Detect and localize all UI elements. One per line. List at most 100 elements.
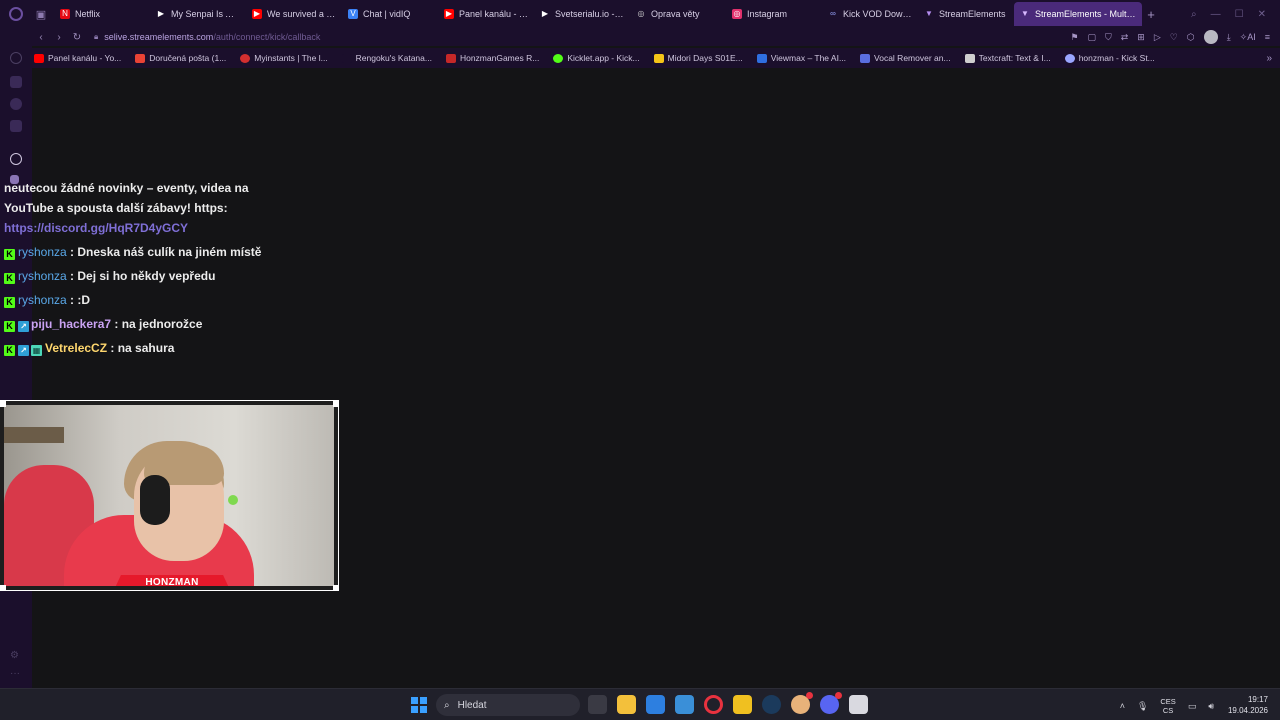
- reload-icon[interactable]: ↻: [68, 32, 86, 43]
- streamelements-icon: ▼: [1021, 9, 1029, 18]
- chat-username[interactable]: VetrelecCZ: [45, 341, 107, 355]
- tab-panel-kanalu[interactable]: ▶ Panel kanálu - You: [438, 2, 534, 26]
- ai-button[interactable]: ✧AI: [1240, 32, 1256, 43]
- bookmarks-more-button[interactable]: »: [1266, 53, 1280, 64]
- chat-username[interactable]: piju_hackera7: [31, 317, 111, 331]
- tab-my-senpai[interactable]: ▶My Senpai Is Annoying: [150, 2, 246, 26]
- download-icon[interactable]: ⤓: [1227, 32, 1231, 43]
- browser-app-icon[interactable]: [791, 692, 813, 714]
- myinstants-icon: [240, 53, 251, 63]
- tab-youtube-video[interactable]: ▶ We survived a YE: [246, 2, 342, 26]
- bookmark-item[interactable]: Doručená pošta (1...: [135, 53, 226, 63]
- resize-handle[interactable]: [333, 401, 339, 407]
- url-field[interactable]: 🔒︎ selive.streamelements.com/auth/connec…: [94, 32, 320, 42]
- store-icon[interactable]: [646, 695, 665, 714]
- snapshot-icon[interactable]: ▢: [1087, 32, 1096, 43]
- tab-oprava-vety[interactable]: ◎ Oprava věty: [630, 2, 726, 26]
- chat-username[interactable]: ryshonza: [18, 269, 67, 283]
- play-icon: ▶: [541, 9, 549, 18]
- profile-avatar[interactable]: [1203, 30, 1218, 44]
- tab-instagram[interactable]: ◎ Instagram: [726, 2, 822, 26]
- browser-menu-icon[interactable]: [0, 0, 32, 28]
- microphone-icon[interactable]: 🎙︎: [1137, 701, 1148, 712]
- bookmark-item[interactable]: Panel kanálu - Yo...: [34, 53, 121, 63]
- resize-handle[interactable]: [333, 585, 339, 591]
- editor-icon[interactable]: [733, 695, 752, 714]
- tab-streamelements-multistream[interactable]: ▼ StreamElements - Multi-St: [1014, 2, 1142, 26]
- tab-vidiq[interactable]: V Chat | vidIQ: [342, 2, 438, 26]
- chat-message: neutecou žádné novinky – eventy, videa n…: [4, 178, 266, 238]
- bookmark-item[interactable]: Rengoku's Katana...: [341, 53, 432, 63]
- bookmark-item[interactable]: HonzmanGames R...: [445, 53, 539, 63]
- chat-username[interactable]: ryshonza: [18, 293, 67, 307]
- vpn-icon[interactable]: ⛉: [1105, 32, 1112, 43]
- kick-icon: K: [4, 345, 15, 356]
- lock-icon: 🔒︎: [94, 32, 99, 41]
- chevron-up-icon[interactable]: ˄: [1120, 701, 1125, 711]
- bookmark-item[interactable]: Myinstants | The l...: [240, 53, 328, 63]
- bookmark-item[interactable]: Midori Days S01E...: [653, 53, 743, 63]
- sidebar-more-icon[interactable]: ···: [10, 668, 20, 679]
- bookmark-item[interactable]: Viewmax – The AI...: [756, 53, 846, 63]
- maximize-icon[interactable]: ☐: [1235, 9, 1244, 20]
- sidebar-chatgpt-icon[interactable]: [10, 153, 22, 165]
- language-indicator[interactable]: CES CS: [1160, 697, 1175, 715]
- discord-link[interactable]: https://discord.gg/HqR7D4yGCY: [4, 221, 188, 235]
- network-icon[interactable]: ▭: [1188, 701, 1197, 712]
- gmail-icon: [135, 53, 146, 63]
- close-icon[interactable]: ✕: [1258, 9, 1266, 20]
- page-viewport: [32, 68, 1280, 688]
- chat-message-text: Dej si ho někdy vepředu: [77, 269, 216, 283]
- forward-icon[interactable]: ›: [50, 32, 68, 43]
- tab-svetserialu[interactable]: ▶ Svetserialu.io - On: [534, 2, 630, 26]
- back-icon[interactable]: ‹: [32, 32, 50, 43]
- netflix-icon: N: [60, 9, 70, 19]
- discord-icon[interactable]: [820, 692, 842, 714]
- resize-handle[interactable]: [0, 585, 6, 591]
- streamelements-icon: ▼: [925, 9, 933, 18]
- translate-icon[interactable]: ⇄: [1121, 32, 1129, 43]
- menu-icon[interactable]: ≡: [1265, 32, 1270, 42]
- youtube-icon: ▶: [444, 9, 454, 19]
- search-tabs-icon[interactable]: ⌕: [1191, 9, 1197, 20]
- app-icon[interactable]: [849, 695, 868, 714]
- system-tray: ˄ 🎙︎ CES CS ▭ 🔊︎: [1120, 697, 1214, 715]
- resize-handle[interactable]: [0, 401, 6, 407]
- new-tab-button[interactable]: +: [1142, 7, 1160, 22]
- bookmark-item[interactable]: Textcraft: Text & I...: [964, 53, 1051, 63]
- bookmark-icon[interactable]: ⚑: [1070, 32, 1078, 43]
- sidebar-messenger-icon[interactable]: [10, 98, 22, 110]
- sidebar-store-icon[interactable]: [10, 76, 22, 88]
- task-view-icon[interactable]: [588, 695, 607, 714]
- chat-message-text: :D: [77, 293, 91, 307]
- file-explorer-icon[interactable]: [617, 695, 636, 714]
- start-button[interactable]: [411, 697, 427, 713]
- minimize-icon[interactable]: —: [1211, 9, 1221, 20]
- sidebar-history-icon[interactable]: [10, 52, 22, 64]
- subscriber-badge-icon: ↗: [18, 321, 29, 332]
- vidiq-icon: V: [348, 9, 358, 19]
- tab-netflix[interactable]: N Netflix: [54, 2, 150, 26]
- bookmark-item[interactable]: Vocal Remover an...: [860, 53, 951, 63]
- gift-badge-icon: ▦: [31, 345, 42, 356]
- vscode-icon[interactable]: [675, 695, 694, 714]
- steam-icon[interactable]: [762, 695, 781, 714]
- sidebar-twitch-icon[interactable]: [10, 120, 22, 132]
- bookmark-item[interactable]: Kicklet.app - Kick...: [553, 53, 640, 63]
- taskbar-search[interactable]: ⌕ Hledat: [436, 694, 580, 716]
- extensions-icon[interactable]: ⬡: [1187, 32, 1195, 43]
- chat-username[interactable]: ryshonza: [18, 245, 67, 259]
- volume-icon[interactable]: 🔊︎: [1208, 701, 1214, 712]
- webcam-overlay[interactable]: HONZMAN: [0, 400, 339, 591]
- bookmark-item[interactable]: honzman - Kick St...: [1064, 53, 1155, 63]
- player-icon[interactable]: ▷: [1154, 32, 1161, 43]
- opera-icon[interactable]: [704, 695, 723, 714]
- tab-kick-vod[interactable]: ∞ Kick VOD Downloa: [822, 2, 918, 26]
- workspaces-icon[interactable]: ▣: [32, 0, 50, 28]
- sidebar-settings-icon[interactable]: ⚙: [10, 650, 19, 661]
- tab-streamelements[interactable]: ▼ StreamElements: [918, 2, 1014, 26]
- taskbar-clock[interactable]: 19:17 19.04.2026: [1228, 694, 1268, 716]
- flow-icon[interactable]: ⊞: [1137, 32, 1145, 43]
- heart-icon[interactable]: ♡: [1170, 32, 1178, 43]
- vocal-remover-icon: [860, 53, 871, 63]
